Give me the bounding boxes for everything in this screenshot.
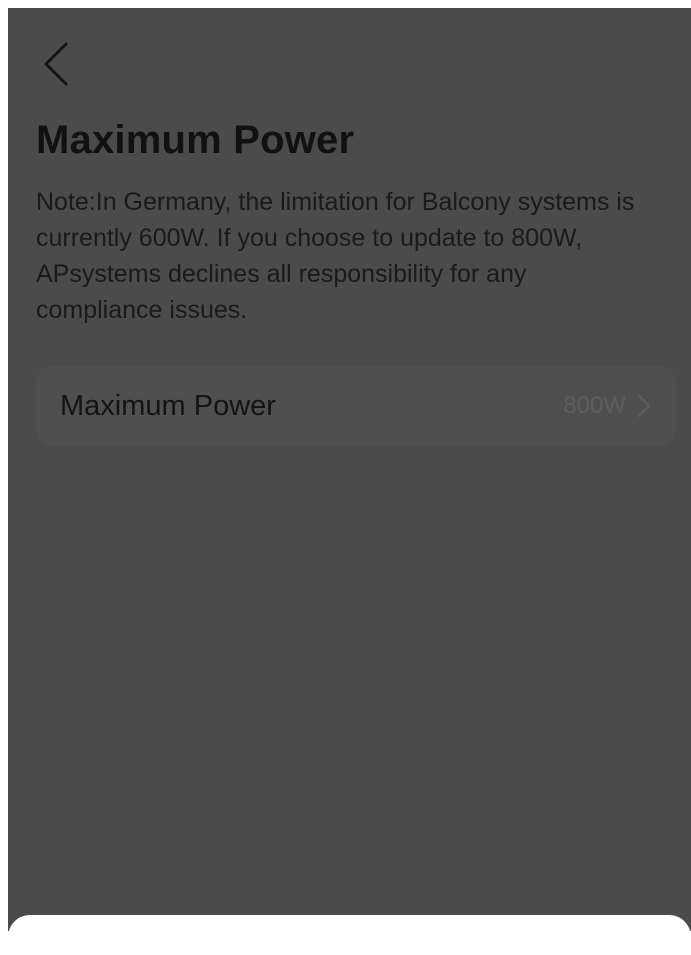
setting-label: Maximum Power bbox=[60, 390, 276, 422]
dimmed-screen: Maximum Power Note:In Germany, the limit… bbox=[8, 8, 691, 931]
chevron-right-icon bbox=[636, 393, 652, 419]
maximum-power-setting-row[interactable]: Maximum Power 800W bbox=[36, 366, 676, 446]
setting-value: 800W bbox=[563, 392, 626, 419]
compliance-note: Note:In Germany, the limitation for Balc… bbox=[36, 188, 635, 324]
bottom-sheet[interactable] bbox=[8, 915, 691, 955]
back-button[interactable] bbox=[38, 38, 74, 90]
chevron-left-icon bbox=[38, 38, 74, 90]
page-title: Maximum Power bbox=[36, 118, 355, 162]
